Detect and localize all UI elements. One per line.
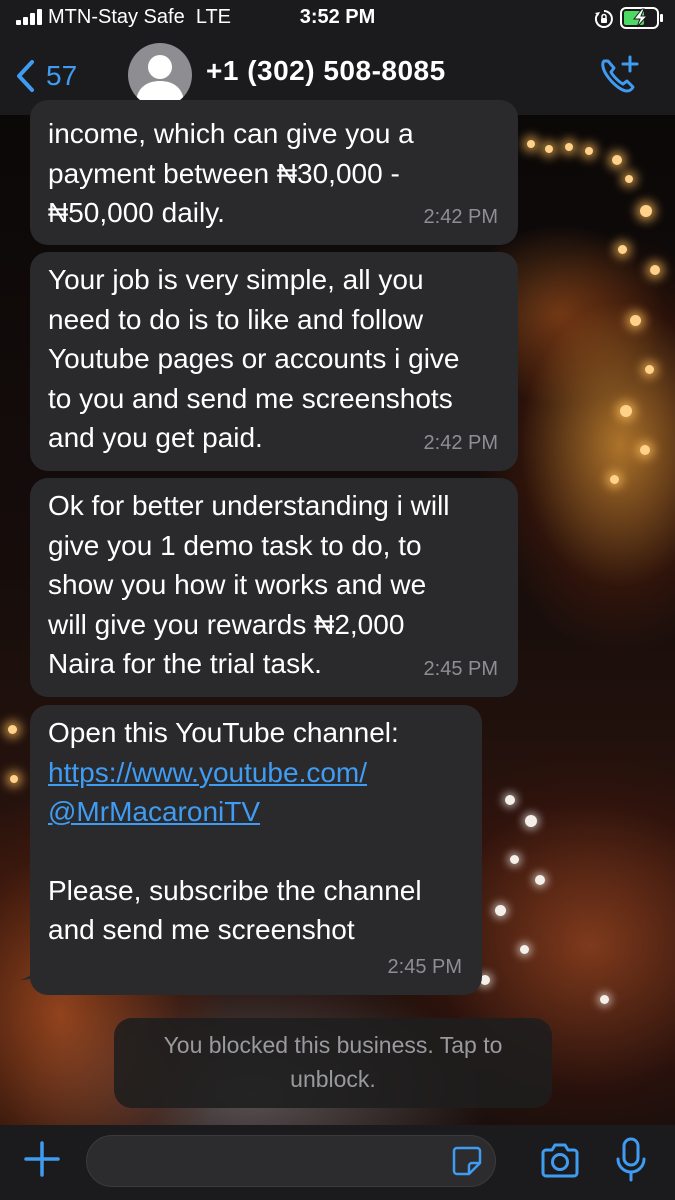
bubble-tail bbox=[20, 955, 44, 980]
message-time: 2:42 PM bbox=[423, 205, 498, 228]
message-input[interactable] bbox=[86, 1135, 496, 1187]
microphone-icon[interactable] bbox=[615, 1137, 647, 1183]
message-text: Please, subscribe the channel and send m… bbox=[48, 874, 422, 946]
status-bar: MTN-Stay Safe LTE 3:52 PM bbox=[0, 0, 675, 36]
notice-line: You blocked this business. Tap to bbox=[163, 1032, 503, 1058]
message-time: 2:45 PM bbox=[387, 955, 462, 978]
message-bubble[interactable]: Ok for better understanding i will give … bbox=[30, 478, 518, 697]
add-call-icon[interactable] bbox=[596, 53, 642, 97]
back-button[interactable]: 57 bbox=[14, 56, 77, 96]
input-bar bbox=[0, 1125, 675, 1200]
avatar[interactable] bbox=[128, 43, 192, 107]
message-text: Open this YouTube channel: bbox=[48, 717, 399, 748]
rotation-lock-icon bbox=[594, 10, 613, 28]
notice-line: unblock. bbox=[290, 1066, 376, 1092]
avatar-icon bbox=[136, 55, 184, 101]
blocked-notice[interactable]: You blocked this business. Tap to unbloc… bbox=[114, 1018, 552, 1108]
sticker-icon[interactable] bbox=[451, 1145, 483, 1177]
message-bubble[interactable]: Your job is very simple, all you need to… bbox=[30, 252, 518, 471]
contact-name[interactable]: +1 (302) 508-8085 bbox=[206, 55, 446, 87]
link-line-1[interactable]: https://www.youtube.com/ bbox=[48, 757, 367, 788]
link-line-2[interactable]: @MrMacaroniTV bbox=[48, 796, 260, 827]
message-time: 2:42 PM bbox=[423, 431, 498, 454]
unread-count: 57 bbox=[46, 60, 78, 91]
message-time: 2:45 PM bbox=[423, 657, 498, 680]
status-time: 3:52 PM bbox=[299, 6, 376, 28]
message-bubble[interactable]: income, which can give you a payment bet… bbox=[30, 100, 518, 245]
message-link[interactable]: https://www.youtube.com/ bbox=[48, 753, 464, 793]
chevron-left-icon bbox=[17, 60, 34, 92]
plus-icon[interactable] bbox=[22, 1139, 62, 1179]
battery-charging-icon bbox=[620, 7, 663, 29]
camera-icon[interactable] bbox=[539, 1141, 581, 1181]
message-link[interactable]: @MrMacaroniTV bbox=[48, 792, 464, 832]
message-bubble[interactable]: Open this YouTube channel: https://www.y… bbox=[30, 705, 482, 995]
